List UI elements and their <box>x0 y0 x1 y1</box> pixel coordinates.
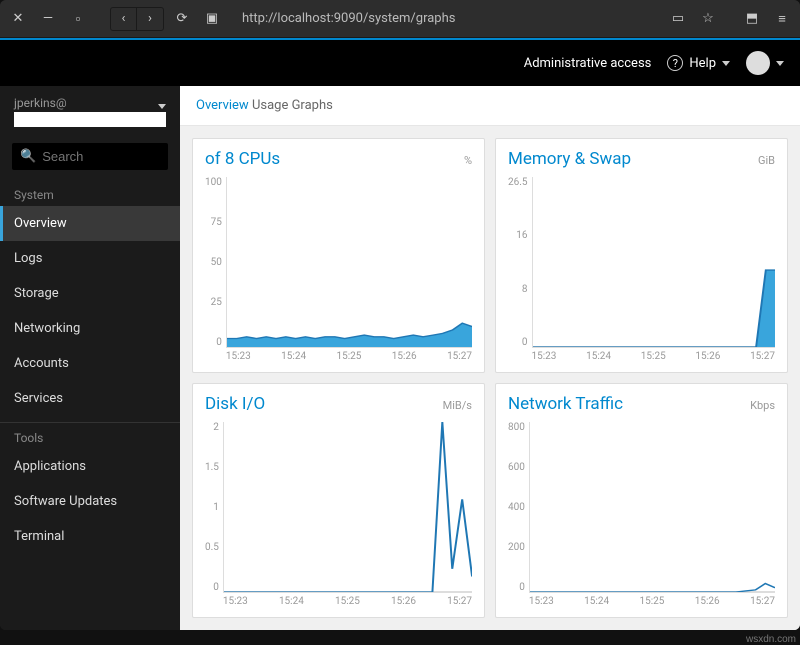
sidebar-item-logs[interactable]: Logs <box>0 241 180 276</box>
minimize-icon[interactable]: — <box>36 7 60 31</box>
topbar: Administrative access ? Help <box>0 38 800 86</box>
sidebar-item-storage[interactable]: Storage <box>0 276 180 311</box>
chevron-down-icon <box>776 61 784 66</box>
chart-unit: MiB/s <box>443 399 472 412</box>
maximize-icon[interactable]: ▫ <box>66 7 90 31</box>
app-body: jperkins@ fedora 🔍 System Overview Logs … <box>0 86 800 630</box>
browser-window: ✕ — ▫ ‹ › ⟳ ▣ http://localhost:9090/syst… <box>0 0 800 630</box>
cockpit-app: Administrative access ? Help jperkins@ f… <box>0 38 800 630</box>
search-icon: 🔍 <box>20 149 36 164</box>
sidebar-item-overview[interactable]: Overview <box>0 206 180 241</box>
chart-plot <box>226 177 472 348</box>
y-axis: 21.510.50 <box>205 422 223 607</box>
chart-title: of 8 CPUs <box>205 149 280 169</box>
chart-title: Network Traffic <box>508 394 623 414</box>
chart-card-net: Network Traffic Kbps 8006004002000 15:23… <box>495 383 788 618</box>
sidebar: jperkins@ fedora 🔍 System Overview Logs … <box>0 86 180 630</box>
crumb-current: Usage Graphs <box>252 98 333 113</box>
chart-card-cpu: of 8 CPUs % 1007550250 15:2315:2415:2515… <box>192 138 485 373</box>
forward-icon[interactable]: › <box>137 8 163 30</box>
sidebar-item-terminal[interactable]: Terminal <box>0 519 180 554</box>
help-label: Help <box>689 56 716 71</box>
help-icon: ? <box>667 55 683 71</box>
chart-card-disk: Disk I/O MiB/s 21.510.50 15:2315:2415:25… <box>192 383 485 618</box>
chevron-down-icon <box>722 61 730 66</box>
section-system: System <box>0 180 180 206</box>
host-name: fedora <box>14 112 166 127</box>
user-at: jperkins@ <box>14 96 166 110</box>
chart-plot <box>532 177 776 348</box>
search-input[interactable] <box>42 149 160 164</box>
sidebar-item-accounts[interactable]: Accounts <box>0 346 180 381</box>
back-icon[interactable]: ‹ <box>111 8 137 30</box>
x-axis: 15:2315:2415:2515:2615:27 <box>529 593 775 607</box>
admin-access-label: Administrative access <box>524 56 652 71</box>
chart-card-mem: Memory & Swap GiB 26.51680 15:2315:2415:… <box>495 138 788 373</box>
chart-unit: Kbps <box>750 399 775 412</box>
cert-icon[interactable]: ▣ <box>200 7 224 31</box>
chart-title: Memory & Swap <box>508 149 631 169</box>
reader-icon[interactable]: ▭ <box>666 7 690 31</box>
crumb-overview[interactable]: Overview <box>196 98 249 113</box>
chart-plot <box>223 422 472 593</box>
download-icon[interactable]: ⬒ <box>740 7 764 31</box>
sidebar-item-software-updates[interactable]: Software Updates <box>0 484 180 519</box>
breadcrumb: Overview Usage Graphs <box>180 86 800 126</box>
section-tools: Tools <box>0 422 180 449</box>
search-box[interactable]: 🔍 <box>12 143 168 170</box>
chart-unit: GiB <box>758 154 775 167</box>
menu-icon[interactable]: ≡ <box>770 7 794 31</box>
avatar <box>746 51 770 75</box>
x-axis: 15:2315:2415:2515:2615:27 <box>223 593 472 607</box>
chart-title: Disk I/O <box>205 394 265 414</box>
url-bar[interactable]: http://localhost:9090/system/graphs <box>230 11 660 26</box>
sidebar-item-services[interactable]: Services <box>0 381 180 416</box>
y-axis: 1007550250 <box>205 177 226 362</box>
nav-buttons: ‹ › <box>110 7 164 31</box>
user-menu[interactable] <box>746 51 784 75</box>
x-axis: 15:2315:2415:2515:2615:27 <box>226 348 472 362</box>
close-icon[interactable]: ✕ <box>6 7 30 31</box>
reload-icon[interactable]: ⟳ <box>170 7 194 31</box>
help-button[interactable]: ? Help <box>667 55 730 71</box>
titlebar: ✕ — ▫ ‹ › ⟳ ▣ http://localhost:9090/syst… <box>0 0 800 38</box>
bookmark-icon[interactable]: ☆ <box>696 7 720 31</box>
chart-unit: % <box>464 154 472 167</box>
y-axis: 26.51680 <box>508 177 532 362</box>
attribution: wsxdn.com <box>746 634 796 645</box>
chevron-down-icon <box>158 104 166 109</box>
sidebar-item-networking[interactable]: Networking <box>0 311 180 346</box>
chart-plot <box>529 422 775 593</box>
sidebar-item-applications[interactable]: Applications <box>0 449 180 484</box>
y-axis: 8006004002000 <box>508 422 529 607</box>
host-selector[interactable]: jperkins@ fedora <box>0 86 180 137</box>
x-axis: 15:2315:2415:2515:2615:27 <box>532 348 776 362</box>
main-content: Overview Usage Graphs of 8 CPUs % 100755… <box>180 86 800 630</box>
charts-grid: of 8 CPUs % 1007550250 15:2315:2415:2515… <box>180 126 800 630</box>
